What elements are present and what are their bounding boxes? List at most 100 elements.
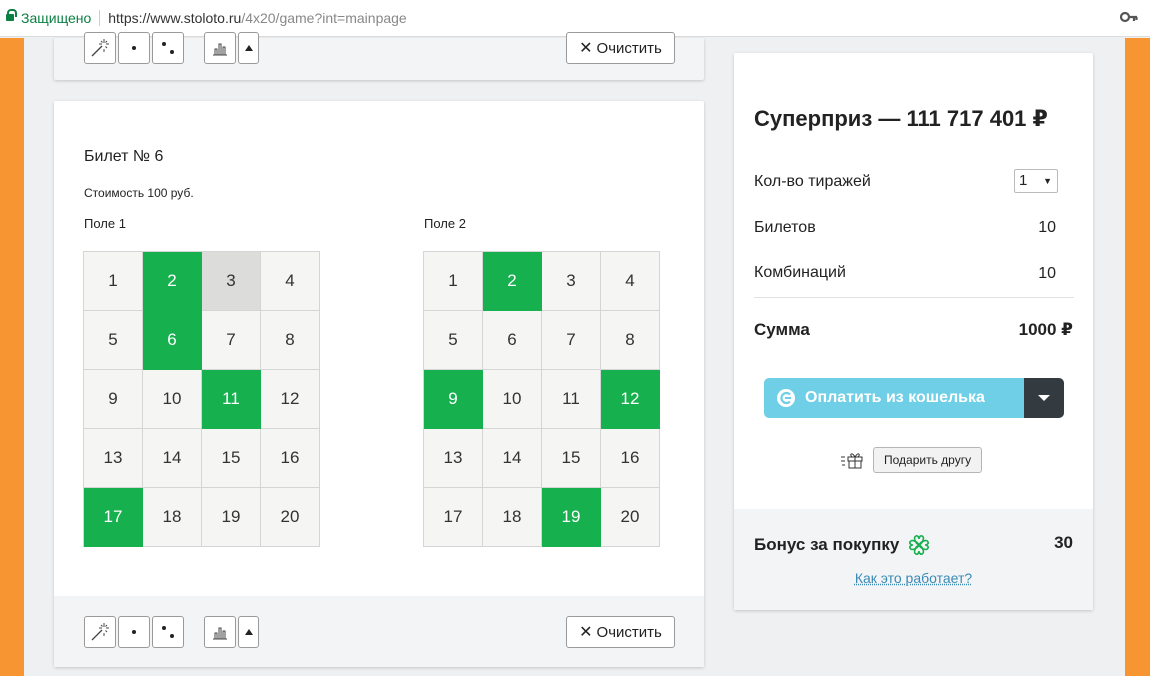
pay-label: Оплатить из кошелька [805,389,985,406]
triangle-up-icon [244,629,253,635]
number-cell[interactable]: 12 [601,370,660,429]
tickets-value: 10 [1038,219,1056,236]
how-it-works-link[interactable]: Как это работает? [734,570,1093,586]
number-cell[interactable]: 19 [542,488,601,547]
lock-icon [6,9,17,23]
magic-wand-icon [91,39,109,57]
pay-wallet-main[interactable]: Оплатить из кошелька [764,378,1024,418]
bonus-label: Бонус за покупку [754,535,900,554]
number-cell[interactable]: 3 [202,252,261,311]
number-cell[interactable]: 20 [261,488,320,547]
ticket-card: Билет № 6 Стоимость 100 руб. Поле 1 Поле… [54,101,704,667]
url-host: https://www.stoloto.ru [108,10,242,26]
pay-wallet-button[interactable]: Оплатить из кошелька [764,378,1064,418]
number-cell[interactable]: 13 [84,429,143,488]
draws-label: Кол-во тиражей [754,173,871,190]
wallet-icon [777,389,795,407]
field-1-label: Поле 1 [84,216,126,231]
divider [754,297,1074,298]
number-cell[interactable]: 16 [261,429,320,488]
number-cell[interactable]: 14 [483,429,542,488]
number-cell[interactable]: 6 [483,311,542,370]
ticket-title: Билет № 6 [84,148,164,165]
number-cell[interactable]: 8 [601,311,660,370]
number-cell[interactable]: 1 [424,252,483,311]
tickets-label: Билетов [754,219,816,236]
number-cell[interactable]: 11 [542,370,601,429]
right-orange-stripe [1125,38,1150,676]
number-cell[interactable]: 4 [261,252,320,311]
two-dots-icon [162,626,174,638]
ticket-cost: Стоимость 100 руб. [84,186,194,200]
clear-label: Очистить [596,623,662,641]
number-cell[interactable]: 16 [601,429,660,488]
number-cell[interactable]: 13 [424,429,483,488]
number-cell[interactable]: 3 [542,252,601,311]
number-cell[interactable]: 6 [143,311,202,370]
number-cell[interactable]: 2 [143,252,202,311]
sum-value: 1000 ₽ [1018,320,1073,339]
number-cell[interactable]: 9 [84,370,143,429]
clear-button-top[interactable]: ✕ Очистить [566,32,675,64]
number-cell[interactable]: 9 [424,370,483,429]
secure-label: Защищено [21,10,92,26]
url-field[interactable]: https://www.stoloto.ru/4x20/game?int=mai… [108,10,406,26]
number-cell[interactable]: 5 [424,311,483,370]
clover-icon [909,535,930,555]
stats-button[interactable] [204,616,236,648]
bar-chart-icon [213,43,227,56]
url-path: /4x20/game?int=mainpage [241,10,407,26]
close-icon: ✕ [579,624,593,641]
pay-options-dropdown[interactable] [1024,378,1064,418]
expand-button[interactable] [238,32,259,64]
chevron-down-icon [1038,395,1050,401]
number-cell[interactable]: 1 [84,252,143,311]
draws-select[interactable]: 1 ▼ [1014,169,1058,193]
expand-button[interactable] [238,616,259,648]
number-cell[interactable]: 2 [483,252,542,311]
combinations-label: Комбинаций [754,264,846,281]
auto-fill-button[interactable] [84,32,116,64]
number-cell[interactable]: 11 [202,370,261,429]
fill-two-button[interactable] [152,616,184,648]
number-cell[interactable]: 10 [483,370,542,429]
gift-icon [841,453,863,469]
number-cell[interactable]: 12 [261,370,320,429]
number-cell[interactable]: 20 [601,488,660,547]
number-cell[interactable]: 5 [84,311,143,370]
number-cell[interactable]: 4 [601,252,660,311]
one-dot-icon [132,46,136,50]
clear-label: Очистить [596,39,662,57]
number-cell[interactable]: 18 [483,488,542,547]
number-cell[interactable]: 15 [542,429,601,488]
fill-one-button[interactable] [118,616,150,648]
number-cell[interactable]: 19 [202,488,261,547]
number-cell[interactable]: 8 [261,311,320,370]
one-dot-icon [132,630,136,634]
chevron-down-icon: ▼ [1043,176,1052,186]
bonus-section [734,509,1093,610]
number-cell[interactable]: 7 [202,311,261,370]
number-cell[interactable]: 17 [84,488,143,547]
field-2-label: Поле 2 [424,216,466,231]
number-cell[interactable]: 7 [542,311,601,370]
bonus-row: Бонус за покупку [754,533,931,557]
combinations-value: 10 [1038,265,1056,282]
fill-two-button[interactable] [152,32,184,64]
number-cell[interactable]: 17 [424,488,483,547]
close-icon: ✕ [579,40,593,57]
gift-row: Подарить другу [840,447,983,473]
fill-one-button[interactable] [118,32,150,64]
number-cell[interactable]: 15 [202,429,261,488]
number-cell[interactable]: 14 [143,429,202,488]
stats-button[interactable] [204,32,236,64]
clear-button[interactable]: ✕ Очистить [566,616,675,648]
superprize: Суперприз — 111 717 401 ₽ [754,106,1048,131]
number-cell[interactable]: 18 [143,488,202,547]
number-cell[interactable]: 10 [143,370,202,429]
auto-fill-button[interactable] [84,616,116,648]
ticket-tools-top [84,32,261,64]
gift-friend-button[interactable]: Подарить другу [873,447,983,473]
key-icon[interactable] [1120,11,1138,23]
draws-value: 1 [1019,172,1028,189]
